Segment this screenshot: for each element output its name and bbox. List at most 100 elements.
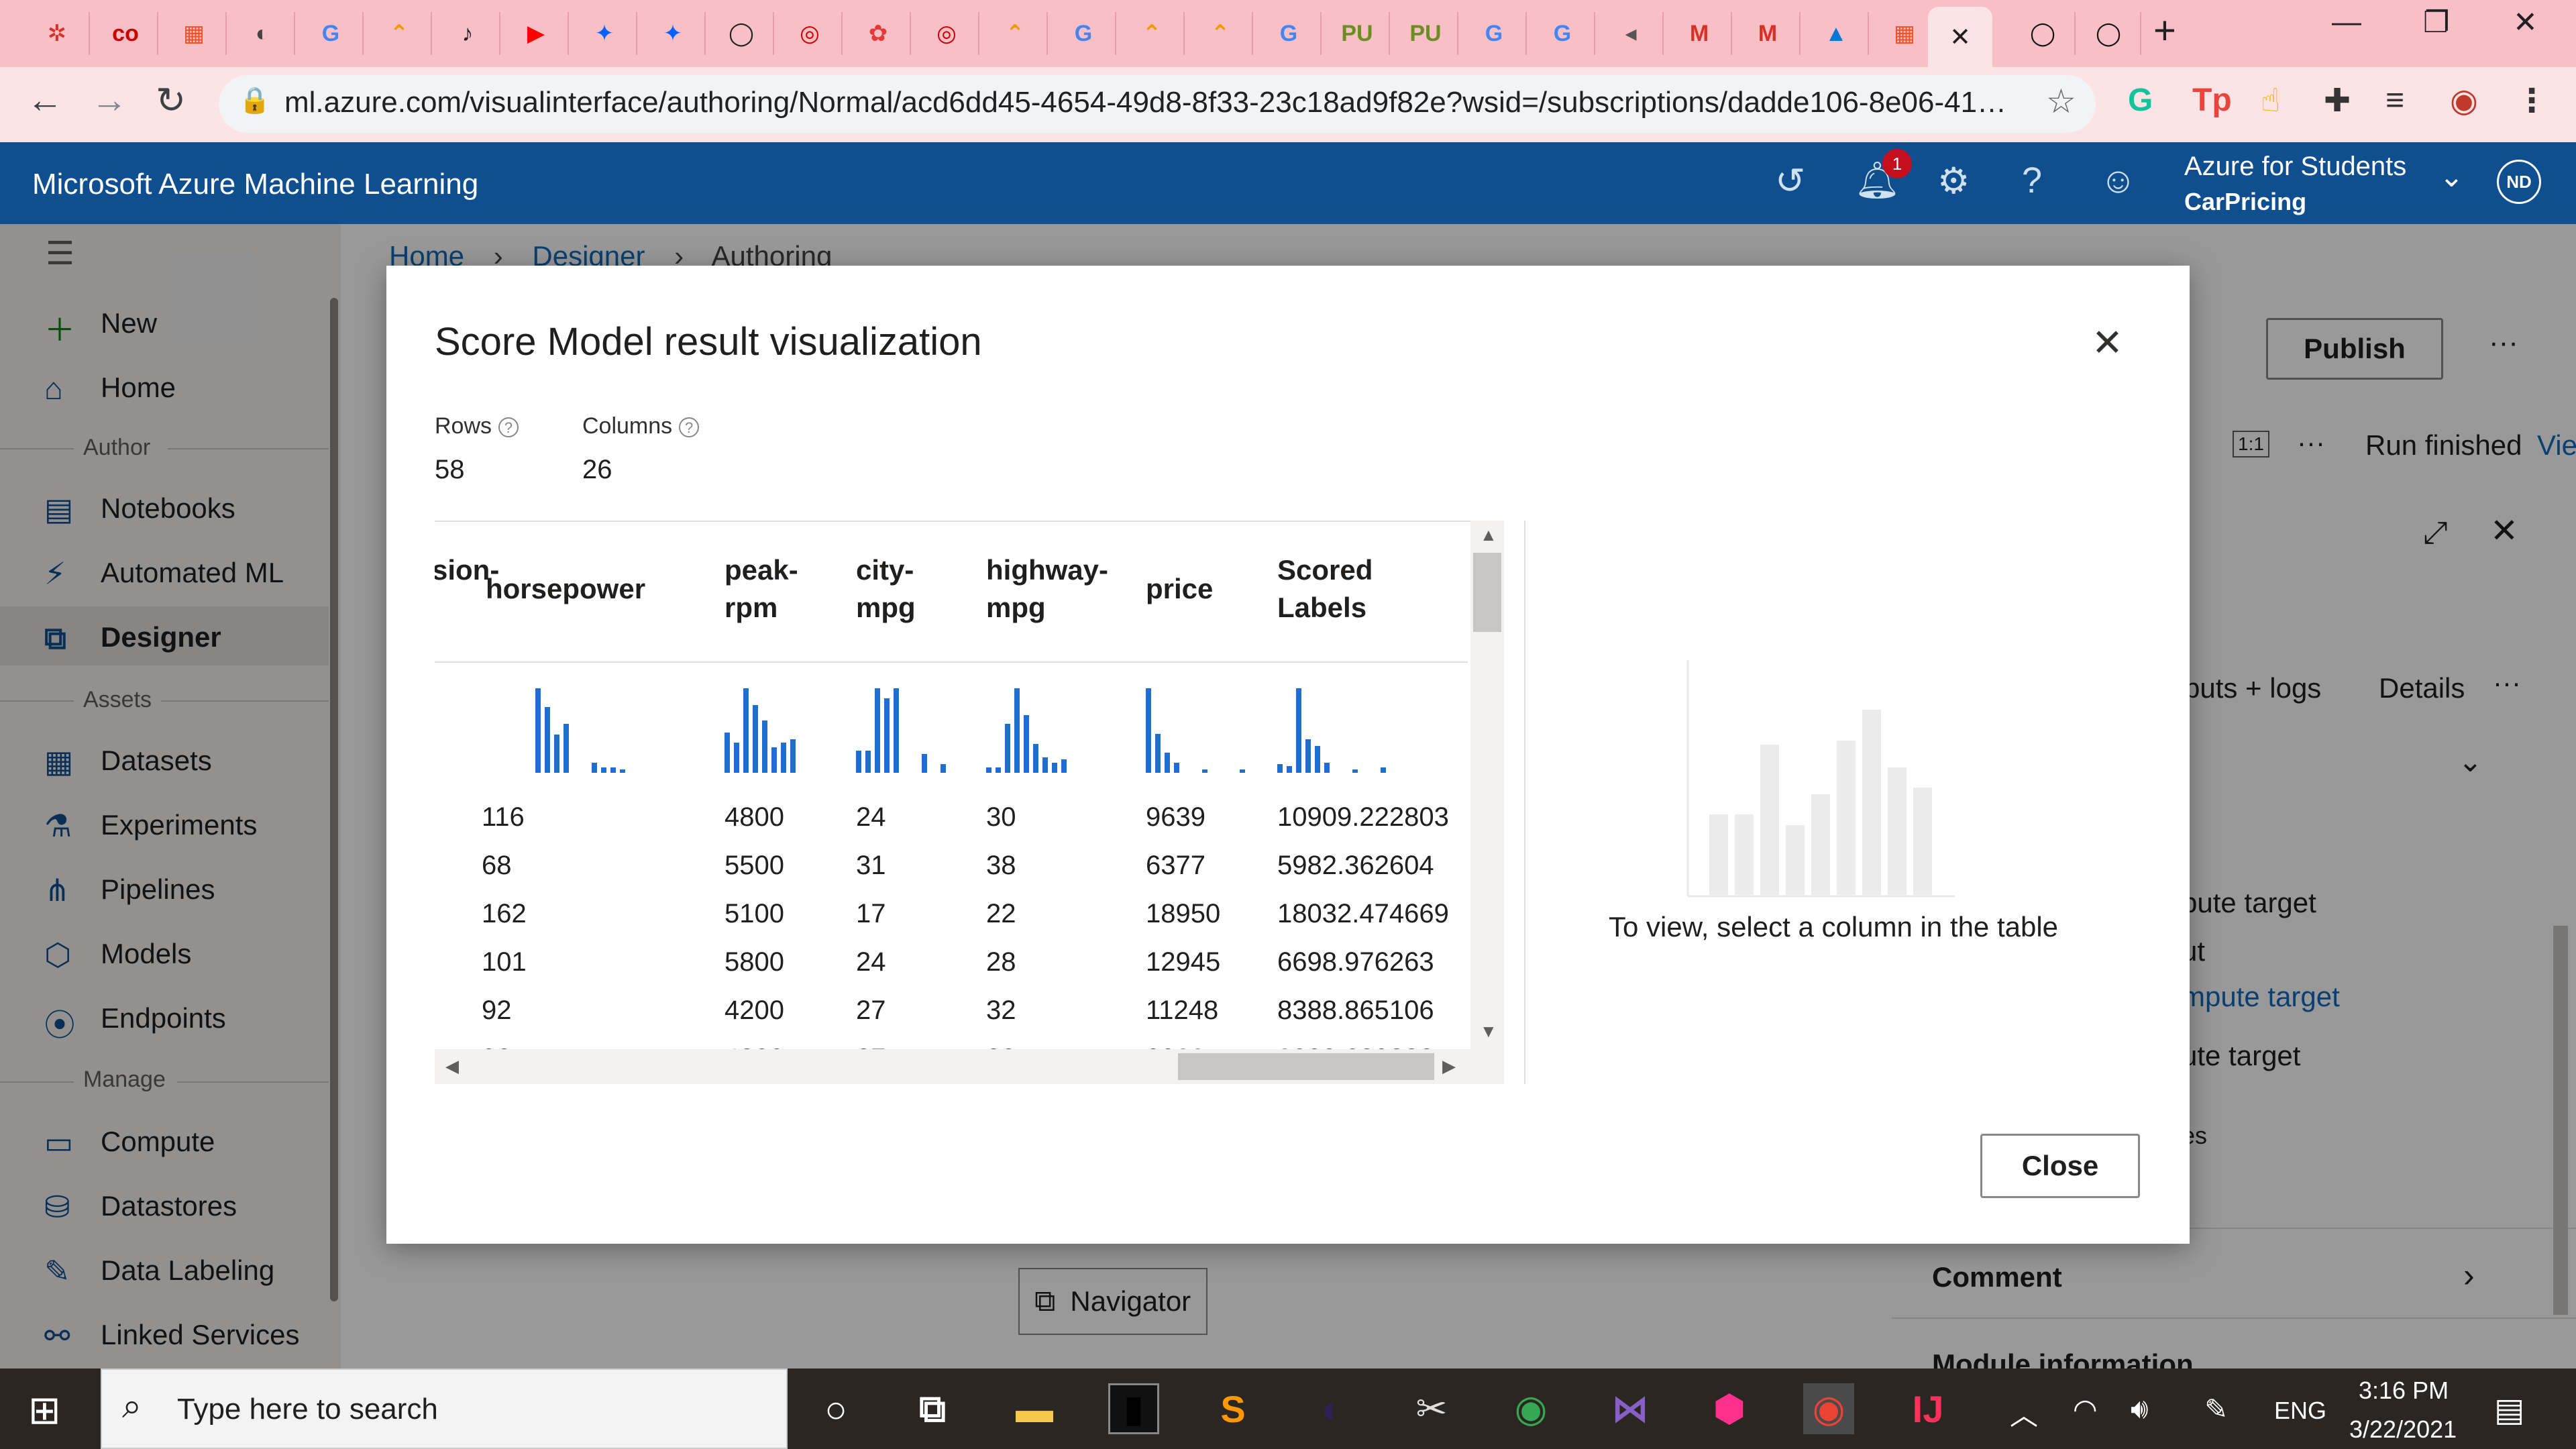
vertical-scroll-thumb[interactable]: [1473, 553, 1501, 632]
scroll-right-icon[interactable]: ▶: [1442, 1056, 1456, 1077]
volume-icon[interactable]: 🔊︎: [2131, 1393, 2148, 1426]
info-icon[interactable]: ?: [679, 417, 700, 438]
extension-icon[interactable]: ≡: [2385, 82, 2404, 119]
extension-icon[interactable]: ☝: [2261, 82, 2280, 119]
minimize-button[interactable]: —: [2332, 5, 2361, 39]
table-cell[interactable]: 32: [986, 996, 1016, 1026]
browser-tab[interactable]: ✦: [641, 12, 706, 55]
github-tab[interactable]: ◯: [2077, 12, 2141, 55]
browser-tab[interactable]: PU: [1394, 12, 1458, 55]
forward-arrow-icon[interactable]: →: [91, 79, 127, 121]
jetbrains-icon[interactable]: ⬢: [1704, 1383, 1755, 1434]
browser-tab[interactable]: ⌃: [1120, 12, 1185, 55]
browser-tab[interactable]: ⌃: [983, 12, 1048, 55]
browser-tab[interactable]: G: [1257, 12, 1322, 55]
column-header[interactable]: peak- rpm: [724, 551, 798, 627]
table-cell[interactable]: 6377: [1146, 851, 1205, 881]
scroll-up-icon[interactable]: ▲: [1480, 525, 1497, 545]
help-icon[interactable]: ?: [2022, 160, 2042, 201]
sublime-text-icon[interactable]: S: [1208, 1383, 1258, 1434]
window-close-button[interactable]: ✕: [2513, 5, 2538, 40]
column-header[interactable]: horsepower: [486, 570, 645, 608]
intellij-icon[interactable]: IJ: [1902, 1383, 1953, 1434]
column-histogram[interactable]: [1146, 686, 1245, 773]
table-cell[interactable]: 12945: [1146, 947, 1220, 977]
account-name[interactable]: Azure for Students: [2184, 152, 2406, 182]
browser-tab[interactable]: M: [1668, 12, 1732, 55]
table-cell[interactable]: 38: [986, 851, 1016, 881]
browser-tab[interactable]: ◐: [231, 12, 295, 55]
browser-tab[interactable]: ◎: [915, 12, 979, 55]
table-cell[interactable]: 5800: [724, 947, 784, 977]
table-cell[interactable]: 5500: [724, 851, 784, 881]
table-cell[interactable]: 162: [482, 899, 527, 929]
browser-tab[interactable]: PU: [1326, 12, 1390, 55]
column-histogram[interactable]: [535, 686, 625, 773]
github-tab[interactable]: ◯: [2011, 12, 2076, 55]
browser-tab[interactable]: ✲: [25, 12, 90, 55]
extension-icon[interactable]: ◉: [2450, 82, 2478, 119]
table-cell[interactable]: 5100: [724, 899, 784, 929]
table-cell[interactable]: 18950: [1146, 899, 1220, 929]
clock-date[interactable]: 3/22/2021: [2349, 1415, 2457, 1444]
table-cell[interactable]: 10909.222803: [1277, 802, 1449, 833]
file-explorer-icon[interactable]: ▬: [1009, 1383, 1060, 1434]
horizontal-scroll-thumb[interactable]: [1178, 1053, 1434, 1080]
browser-tab[interactable]: co: [94, 12, 158, 55]
dialog-close-icon[interactable]: ✕: [2092, 321, 2123, 365]
extension-icon[interactable]: ⋮: [2516, 82, 2548, 119]
browser-tab[interactable]: G: [299, 12, 364, 55]
language-indicator[interactable]: ENG: [2274, 1397, 2326, 1425]
browser-tab[interactable]: ▦: [162, 12, 227, 55]
workspace-name[interactable]: CarPricing: [2184, 188, 2306, 216]
extension-icon[interactable]: G: [2128, 82, 2153, 119]
windows-start-icon[interactable]: ⊞: [28, 1387, 61, 1433]
avatar[interactable]: ND: [2497, 160, 2541, 204]
browser-tab[interactable]: ◎: [778, 12, 843, 55]
chrome-icon[interactable]: ◉: [1505, 1383, 1556, 1434]
table-cell[interactable]: 6698.976263: [1277, 947, 1434, 977]
table-cell[interactable]: 28: [986, 947, 1016, 977]
terminal-icon[interactable]: ▮: [1108, 1383, 1159, 1434]
action-center-icon[interactable]: ▤: [2494, 1391, 2524, 1429]
browser-tab[interactable]: G: [1052, 12, 1116, 55]
table-cell[interactable]: 22: [986, 899, 1016, 929]
table-cell[interactable]: 92: [482, 996, 512, 1026]
browser-tab[interactable]: M: [1736, 12, 1801, 55]
browser-tab[interactable]: ◂: [1599, 12, 1664, 55]
browser-tab[interactable]: ✦: [573, 12, 637, 55]
back-arrow-icon[interactable]: ←: [27, 79, 63, 121]
task-view-icon[interactable]: ⧉: [907, 1383, 958, 1434]
close-tab-icon[interactable]: ✕: [1949, 22, 1971, 52]
new-tab-button[interactable]: +: [2153, 8, 2176, 53]
eclipse-icon[interactable]: ◐: [1307, 1383, 1358, 1434]
reload-icon[interactable]: ↻: [156, 79, 186, 121]
column-histogram[interactable]: [986, 686, 1067, 773]
table-cell[interactable]: 27: [856, 996, 886, 1026]
table-cell[interactable]: 4200: [724, 996, 784, 1026]
table-cell[interactable]: 116: [482, 802, 525, 833]
browser-tab[interactable]: ⌃: [368, 12, 432, 55]
table-cell[interactable]: 8388.865106: [1277, 996, 1434, 1026]
table-cell[interactable]: 18032.474669: [1277, 899, 1449, 929]
browser-tab[interactable]: ▶: [504, 12, 569, 55]
results-table[interactable]: sion-horsepower peak- rpm city- mpg highway…: [435, 521, 1504, 1084]
restore-button[interactable]: ❐: [2423, 5, 2449, 40]
table-cell[interactable]: 30: [986, 802, 1016, 833]
browser-tab[interactable]: G: [1531, 12, 1595, 55]
clock-time[interactable]: 3:16 PM: [2359, 1377, 2449, 1405]
browser-tab[interactable]: G: [1462, 12, 1527, 55]
network-icon[interactable]: ◠: [2073, 1393, 2098, 1426]
column-header[interactable]: price: [1146, 570, 1213, 608]
visual-studio-icon[interactable]: ⋈: [1605, 1383, 1656, 1434]
table-cell[interactable]: 31: [856, 851, 886, 881]
table-cell[interactable]: 68: [482, 851, 512, 881]
chrome-active-icon[interactable]: ◉: [1803, 1383, 1854, 1434]
table-cell[interactable]: 9639: [1146, 802, 1205, 833]
active-tab[interactable]: ✕: [1928, 7, 1992, 67]
column-histogram[interactable]: [724, 686, 796, 773]
browser-tab[interactable]: ▲: [1805, 12, 1869, 55]
table-cell[interactable]: 4800: [724, 802, 784, 833]
history-icon[interactable]: ↺: [1775, 160, 1805, 202]
extension-icon[interactable]: Tp: [2192, 82, 2232, 119]
